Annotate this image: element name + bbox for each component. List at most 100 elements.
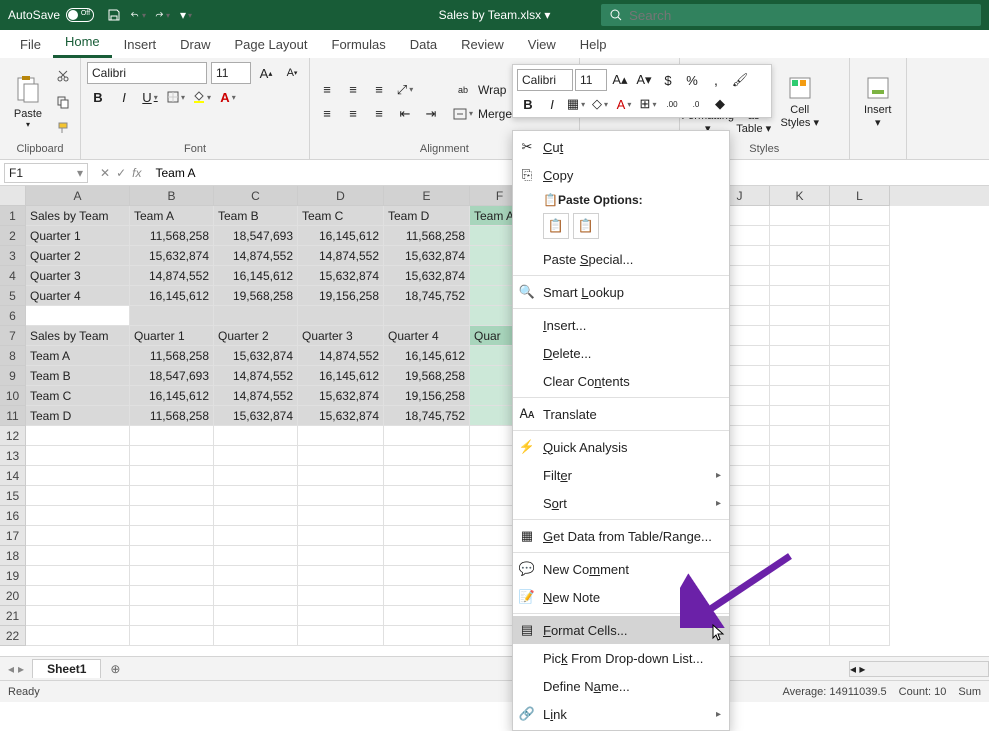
- cell-C5[interactable]: 19,568,258: [214, 286, 298, 306]
- cell-L20[interactable]: [830, 586, 890, 606]
- cell-K16[interactable]: [770, 506, 830, 526]
- row-header-14[interactable]: 14: [0, 466, 26, 486]
- align-center-icon[interactable]: ≡: [342, 103, 364, 125]
- cell-A18[interactable]: [26, 546, 130, 566]
- cell-B9[interactable]: 18,547,693: [130, 366, 214, 386]
- cell-D16[interactable]: [298, 506, 384, 526]
- align-right-icon[interactable]: ≡: [368, 103, 390, 125]
- cell-K5[interactable]: [770, 286, 830, 306]
- col-header-D[interactable]: D: [298, 186, 384, 206]
- italic-button[interactable]: I: [113, 86, 135, 108]
- cell-C10[interactable]: 14,874,552: [214, 386, 298, 406]
- cell-L18[interactable]: [830, 546, 890, 566]
- row-header-8[interactable]: 8: [0, 346, 26, 366]
- decrease-indent-icon[interactable]: ⇤: [394, 103, 416, 125]
- row-header-1[interactable]: 1: [0, 206, 26, 226]
- menu-get-data[interactable]: ▦Get Data from Table/Range...: [513, 522, 729, 550]
- cell-B14[interactable]: [130, 466, 214, 486]
- cell-L8[interactable]: [830, 346, 890, 366]
- tab-insert[interactable]: Insert: [112, 31, 169, 58]
- mini-merge-icon[interactable]: ⊞: [637, 93, 659, 115]
- cell-K12[interactable]: [770, 426, 830, 446]
- cell-K19[interactable]: [770, 566, 830, 586]
- mini-font-name[interactable]: Calibri: [517, 69, 573, 91]
- menu-translate[interactable]: 🗛Translate: [513, 400, 729, 428]
- tab-page-layout[interactable]: Page Layout: [223, 31, 320, 58]
- cell-D7[interactable]: Quarter 3: [298, 326, 384, 346]
- cell-A22[interactable]: [26, 626, 130, 646]
- menu-quick-analysis[interactable]: ⚡Quick Analysis: [513, 433, 729, 461]
- horizontal-scrollbar[interactable]: ◂ ▸: [849, 661, 989, 677]
- cell-L4[interactable]: [830, 266, 890, 286]
- cell-E10[interactable]: 19,156,258: [384, 386, 470, 406]
- row-header-2[interactable]: 2: [0, 226, 26, 246]
- sheet-nav-next-icon[interactable]: ▸: [18, 662, 24, 676]
- cell-C21[interactable]: [214, 606, 298, 626]
- spreadsheet-grid[interactable]: ABCDEFGHIJKL 123456789101112131415161718…: [0, 186, 989, 656]
- cell-L2[interactable]: [830, 226, 890, 246]
- cell-E4[interactable]: 15,632,874: [384, 266, 470, 286]
- font-size-combo[interactable]: 11: [211, 62, 251, 84]
- select-all-corner[interactable]: [0, 186, 26, 206]
- mini-comma-icon[interactable]: ,: [705, 69, 727, 91]
- row-header-15[interactable]: 15: [0, 486, 26, 506]
- row-header-17[interactable]: 17: [0, 526, 26, 546]
- decrease-font-icon[interactable]: A▾: [281, 62, 303, 84]
- menu-cut[interactable]: ✂Cut: [513, 133, 729, 161]
- cell-D21[interactable]: [298, 606, 384, 626]
- cell-D13[interactable]: [298, 446, 384, 466]
- increase-indent-icon[interactable]: ⇥: [420, 103, 442, 125]
- mini-bold-button[interactable]: B: [517, 93, 539, 115]
- cell-A15[interactable]: [26, 486, 130, 506]
- cell-E11[interactable]: 18,745,752: [384, 406, 470, 426]
- cell-K8[interactable]: [770, 346, 830, 366]
- cell-D22[interactable]: [298, 626, 384, 646]
- mini-increase-font-icon[interactable]: A▴: [609, 69, 631, 91]
- cell-E17[interactable]: [384, 526, 470, 546]
- cell-C22[interactable]: [214, 626, 298, 646]
- cell-E20[interactable]: [384, 586, 470, 606]
- col-header-C[interactable]: C: [214, 186, 298, 206]
- cell-K13[interactable]: [770, 446, 830, 466]
- cell-E5[interactable]: 18,745,752: [384, 286, 470, 306]
- cell-E14[interactable]: [384, 466, 470, 486]
- paste-button[interactable]: Paste▾: [6, 67, 50, 137]
- cell-L13[interactable]: [830, 446, 890, 466]
- row-header-21[interactable]: 21: [0, 606, 26, 626]
- row-header-16[interactable]: 16: [0, 506, 26, 526]
- cell-D8[interactable]: 14,874,552: [298, 346, 384, 366]
- cell-C11[interactable]: 15,632,874: [214, 406, 298, 426]
- cell-K2[interactable]: [770, 226, 830, 246]
- mini-format-painter-icon[interactable]: 🖌: [729, 69, 751, 91]
- cell-E6[interactable]: [384, 306, 470, 326]
- tab-help[interactable]: Help: [568, 31, 619, 58]
- col-header-A[interactable]: A: [26, 186, 130, 206]
- copy-icon[interactable]: [52, 91, 74, 113]
- mini-italic-button[interactable]: I: [541, 93, 563, 115]
- row-header-10[interactable]: 10: [0, 386, 26, 406]
- col-header-E[interactable]: E: [384, 186, 470, 206]
- cut-icon[interactable]: [52, 65, 74, 87]
- row-header-5[interactable]: 5: [0, 286, 26, 306]
- redo-icon[interactable]: [154, 7, 170, 23]
- cell-D5[interactable]: 19,156,258: [298, 286, 384, 306]
- cell-D20[interactable]: [298, 586, 384, 606]
- cell-E18[interactable]: [384, 546, 470, 566]
- tab-formulas[interactable]: Formulas: [320, 31, 398, 58]
- cell-A12[interactable]: [26, 426, 130, 446]
- underline-button[interactable]: U: [139, 86, 161, 108]
- mini-currency-icon[interactable]: $: [657, 69, 679, 91]
- menu-new-comment[interactable]: 💬New Comment: [513, 555, 729, 583]
- cell-L10[interactable]: [830, 386, 890, 406]
- menu-delete[interactable]: Delete...: [513, 339, 729, 367]
- cell-E1[interactable]: Team D: [384, 206, 470, 226]
- mini-borders-icon[interactable]: ▦: [565, 93, 587, 115]
- cancel-formula-icon[interactable]: ✕: [100, 166, 110, 180]
- cell-K6[interactable]: [770, 306, 830, 326]
- cell-D1[interactable]: Team C: [298, 206, 384, 226]
- save-icon[interactable]: [106, 7, 122, 23]
- fill-color-icon[interactable]: [191, 86, 213, 108]
- row-header-3[interactable]: 3: [0, 246, 26, 266]
- mini-percent-icon[interactable]: %: [681, 69, 703, 91]
- font-color-icon[interactable]: A: [217, 86, 239, 108]
